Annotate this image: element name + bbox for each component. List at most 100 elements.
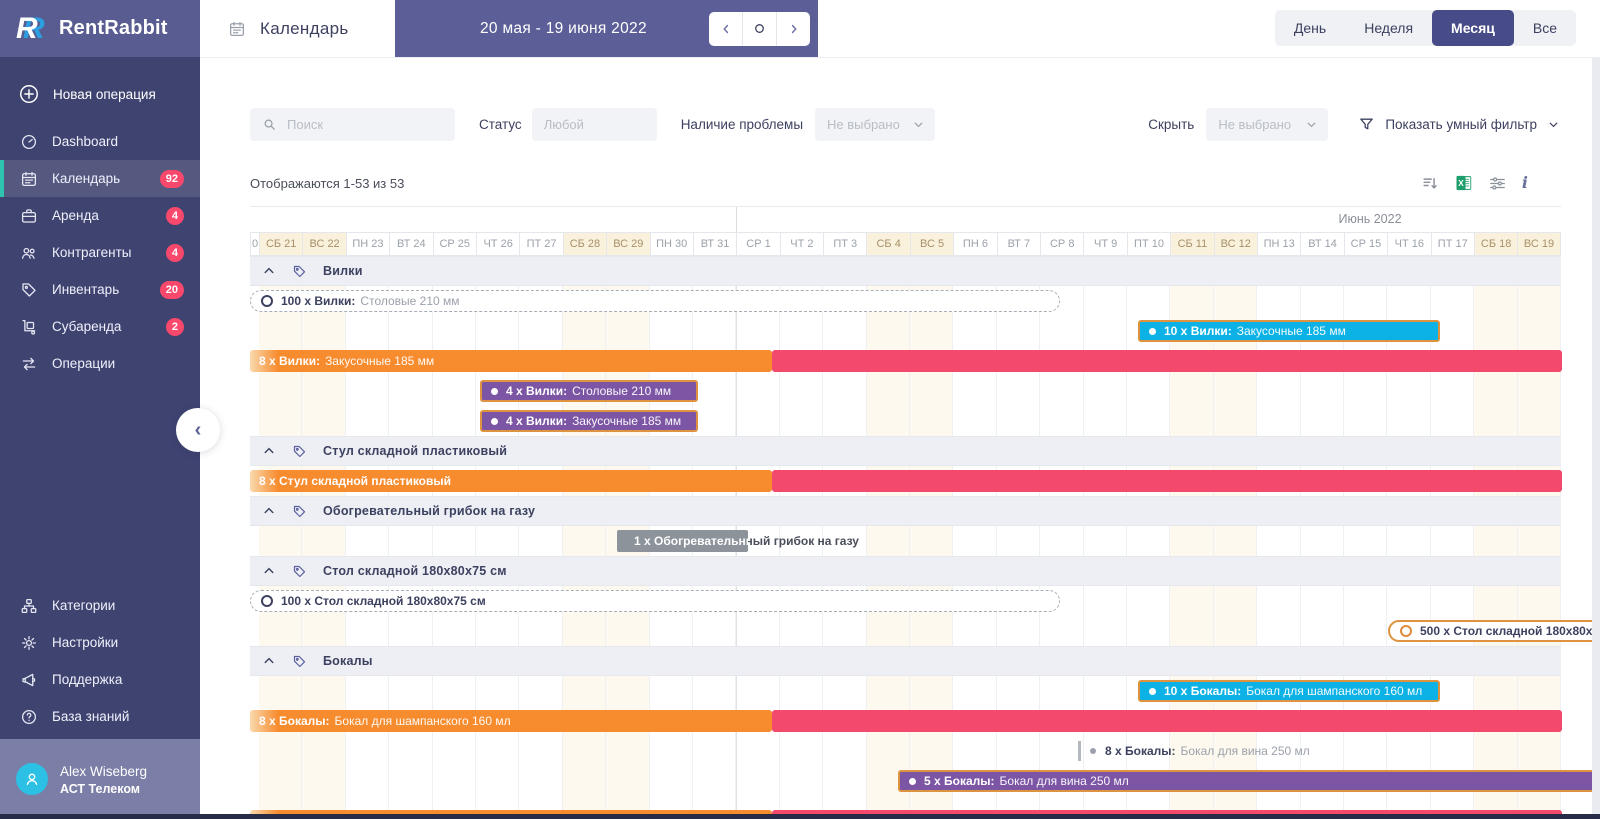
collapse-group-icon[interactable] <box>262 564 276 578</box>
sidebar-item-настройки[interactable]: Настройки <box>0 624 200 661</box>
dashboard-icon <box>20 133 38 151</box>
sidebar-item-календарь[interactable]: Календарь 92 <box>0 160 200 197</box>
day-column-header: ВС 22 <box>302 232 346 256</box>
rentrabbit-logo-icon: RR <box>16 11 45 45</box>
grid-column <box>562 256 607 819</box>
view-mode-месяц[interactable]: Месяц <box>1432 10 1514 46</box>
sort-icon[interactable] <box>1421 174 1440 193</box>
view-mode-день[interactable]: День <box>1275 10 1345 46</box>
view-mode-все[interactable]: Все <box>1514 10 1576 46</box>
funnel-icon <box>1358 116 1375 133</box>
main-area: Календарь 20 мая - 19 июня 2022 День Неде… <box>200 0 1600 819</box>
excel-x-letter: X <box>1458 179 1464 188</box>
day-column-header: ПТ 3 <box>823 232 867 256</box>
search-input-wrap[interactable] <box>250 107 455 141</box>
collapse-group-icon[interactable] <box>262 264 276 278</box>
user-profile[interactable]: Alex Wiseberg АСТ Телеком <box>0 739 200 819</box>
collapse-group-icon[interactable] <box>262 504 276 518</box>
sidebar-item-label: Операции <box>52 356 116 371</box>
user-company: АСТ Телеком <box>60 782 141 796</box>
collapse-group-icon[interactable] <box>262 654 276 668</box>
prev-period-button[interactable] <box>709 12 742 46</box>
grid-column <box>997 256 1041 819</box>
day-column-header: ВТ 24 <box>389 232 433 256</box>
date-range-block: 20 мая - 19 июня 2022 <box>395 0 818 57</box>
circle-icon <box>261 295 273 307</box>
sidebar-item-аренда[interactable]: Аренда 4 <box>0 197 200 234</box>
calendar-icon <box>20 170 38 188</box>
status-label: Статус <box>479 116 522 132</box>
booking-bar[interactable]: 8 x Бокалы: Бокал для шампанского 160 мл <box>250 710 772 732</box>
search-input[interactable] <box>285 115 439 133</box>
view-mode-неделя[interactable]: Неделя <box>1345 10 1432 46</box>
today-button[interactable] <box>742 11 776 46</box>
sidebar-item-поддержка[interactable]: Поддержка <box>0 661 200 698</box>
booking-bar[interactable] <box>772 350 1562 372</box>
sidebar-item-операции[interactable]: Операции <box>0 345 200 382</box>
count-badge: 20 <box>159 280 184 299</box>
next-period-button[interactable] <box>776 11 810 46</box>
grid-column <box>519 256 563 819</box>
booking-bar[interactable]: 500 x Стол складной 180x80x75 см <box>1388 620 1600 642</box>
booking-bar[interactable]: 100 x Вилки: Столовые 210 мм <box>250 290 1060 312</box>
sidebar-item-база-знаний[interactable]: База знаний <box>0 698 200 735</box>
hide-label: Скрыть <box>1148 116 1195 132</box>
day-column-header: СР 8 <box>1040 232 1084 256</box>
tag-icon <box>292 264 307 279</box>
sidebar-item-контрагенты[interactable]: Контрагенты 4 <box>0 234 200 271</box>
status-select[interactable]: Любой <box>531 107 657 141</box>
grid-column <box>1084 256 1127 819</box>
grid-column <box>1040 256 1084 819</box>
day-column-header: ПН 13 <box>1256 232 1301 256</box>
booking-marker[interactable]: 8 x Бокалы: Бокал для вина 250 мл <box>1078 740 1310 762</box>
booking-bar[interactable]: 10 x Вилки: Закусочные 185 мм <box>1138 320 1440 342</box>
problems-select[interactable]: Не выбрано <box>815 107 936 141</box>
day-column-header: ПН 23 <box>345 232 390 256</box>
booking-bar[interactable] <box>772 470 1562 492</box>
sidebar-item-label: Субаренда <box>52 319 122 334</box>
logo[interactable]: RR RentRabbit <box>0 0 200 57</box>
booking-bar[interactable]: 5 x Бокалы: Бокал для вина 250 мл <box>898 770 1600 792</box>
gantt-calendar: Июнь 2022 0 СБ 21 ВС 22 ПН 23 ВТ 24 СР 25 ЧТ 2… <box>250 206 1600 819</box>
new-operation-button[interactable]: Новая операция <box>0 57 200 123</box>
day-column-header-partial: 0 <box>250 232 259 256</box>
day-column-header: ВС 5 <box>909 232 954 256</box>
day-column-header: ПТ 17 <box>1430 232 1474 256</box>
group-label: Стол складной 180x80x75 см <box>323 564 507 578</box>
sidebar-item-субаренда[interactable]: Субаренда 2 <box>0 308 200 345</box>
group-label: Бокалы <box>323 654 373 668</box>
vertical-scrollbar[interactable] <box>1592 57 1600 814</box>
grid-column <box>433 256 476 819</box>
sidebar-item-категории[interactable]: Категории <box>0 587 200 624</box>
tag-icon <box>292 654 307 669</box>
day-column-header: ПН 30 <box>649 232 693 256</box>
hide-select[interactable]: Не выбрано <box>1206 107 1329 141</box>
day-column-header: СБ 11 <box>1170 232 1214 256</box>
sidebar-item-dashboard[interactable]: Dashboard <box>0 123 200 160</box>
calendar-page-icon <box>228 20 246 38</box>
grid-column <box>953 256 997 819</box>
day-column-header: ПТ 27 <box>519 232 563 256</box>
booking-bar[interactable]: 8 x Стул складной пластиковый <box>250 470 772 492</box>
grid-column <box>1474 256 1518 819</box>
info-icon[interactable]: i <box>1522 174 1528 192</box>
booking-bar[interactable] <box>772 710 1562 732</box>
sidebar-item-label: Категории <box>52 598 116 613</box>
booking-bar[interactable]: 10 x Бокалы: Бокал для шампанского 160 мл <box>1138 680 1440 702</box>
booking-bar[interactable]: 100 x Стол складной 180x80x75 см <box>250 590 1060 612</box>
booking-bar[interactable]: 8 x Вилки: Закусочные 185 мм <box>250 350 772 372</box>
gear-icon <box>20 634 38 652</box>
dot-icon <box>491 417 498 425</box>
sidebar-collapse-button[interactable]: ‹ <box>176 408 220 452</box>
view-mode-switcher: День Неделя Месяц Все <box>1274 10 1576 46</box>
booking-bar[interactable]: 4 x Вилки: Закусочные 185 мм <box>480 410 698 432</box>
day-column-header: ВС 29 <box>606 232 650 256</box>
sidebar-item-инвентарь[interactable]: Инвентарь 20 <box>0 271 200 308</box>
collapse-group-icon[interactable] <box>262 444 276 458</box>
smart-filter-button[interactable]: Показать умный фильтр <box>1358 116 1560 133</box>
booking-bar[interactable]: 4 x Вилки: Столовые 210 мм <box>480 380 698 402</box>
dot-icon <box>1149 687 1156 695</box>
sliders-icon[interactable] <box>1488 174 1507 193</box>
excel-export-icon[interactable]: X <box>1455 174 1473 192</box>
sidebar-item-label: Контрагенты <box>52 245 132 260</box>
